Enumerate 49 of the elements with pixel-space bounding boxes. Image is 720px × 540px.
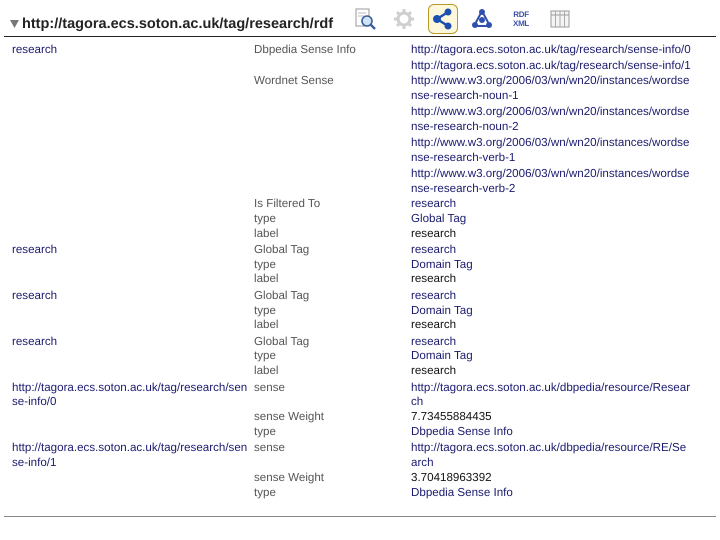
property-name: Global Tag [254, 334, 310, 348]
property-name: Is Filtered To [254, 196, 320, 210]
value-link[interactable]: Global Tag [411, 212, 691, 227]
resource-title: http://tagora.ecs.soton.ac.uk/tag/research/rdf [22, 16, 334, 32]
value-link[interactable]: research [411, 334, 691, 350]
value-link[interactable]: Dbpedia Sense Info [411, 424, 691, 440]
subject-link[interactable]: research [12, 288, 250, 304]
property-name: type [254, 212, 276, 225]
literal-value: research [411, 226, 458, 242]
literal-value: research [411, 318, 458, 334]
value-link[interactable]: Dbpedia Sense Info [411, 486, 691, 500]
value-link[interactable]: http://tagora.ecs.soton.ac.uk/dbpedia/resource/RE/Search [411, 441, 691, 471]
property-name: type [254, 258, 276, 271]
expand-triangle-icon[interactable] [10, 20, 19, 28]
property-name: type [254, 304, 276, 317]
property-name: Global Tag [254, 288, 310, 302]
literal-value: 7.73455884435 [411, 410, 493, 425]
property-name: Dbpedia Sense Info [254, 43, 356, 56]
literal-value: 3.70418963392 [411, 470, 493, 486]
property-name: label [254, 226, 278, 240]
value-link[interactable]: http://tagora.ecs.soton.ac.uk/dbpedia/resource/Research [411, 380, 691, 410]
property-name: sense Weight [254, 470, 324, 484]
subject-link[interactable]: research [12, 43, 250, 58]
property-name: Global Tag [254, 242, 310, 256]
property-name: label [254, 364, 278, 378]
value-link[interactable]: http://tagora.ecs.soton.ac.uk/tag/research/sense-info/0 [411, 43, 691, 58]
subject-link[interactable]: http://tagora.ecs.soton.ac.uk/tag/research/sense-info/0 [12, 380, 250, 410]
value-link[interactable]: research [411, 242, 691, 258]
property-name: Wordnet Sense [254, 74, 334, 88]
rdf-xml-button[interactable]: RDF XML [506, 4, 536, 34]
property-name: type [254, 349, 276, 362]
property-name: sense [254, 380, 285, 394]
subject-link[interactable]: research [12, 242, 250, 258]
subject-link[interactable]: research [12, 334, 250, 350]
property-name: sense Weight [254, 410, 324, 424]
property-name: label [254, 272, 278, 286]
value-link[interactable]: research [411, 288, 691, 304]
subject-link[interactable]: http://tagora.ecs.soton.ac.uk/tag/research/sense-info/1 [12, 441, 250, 471]
value-link[interactable]: Domain Tag [411, 349, 691, 364]
property-name: type [254, 486, 276, 499]
value-link[interactable]: Domain Tag [411, 304, 691, 318]
property-name: sense [254, 441, 285, 454]
literal-value: research [411, 364, 458, 380]
value-link[interactable]: Domain Tag [411, 258, 691, 272]
literal-value: research [411, 272, 458, 288]
value-link[interactable]: http://tagora.ecs.soton.ac.uk/tag/research/sense-info/1 [411, 59, 691, 74]
property-name: type [254, 424, 276, 438]
property-name: label [254, 318, 278, 332]
value-link[interactable]: research [411, 196, 691, 212]
